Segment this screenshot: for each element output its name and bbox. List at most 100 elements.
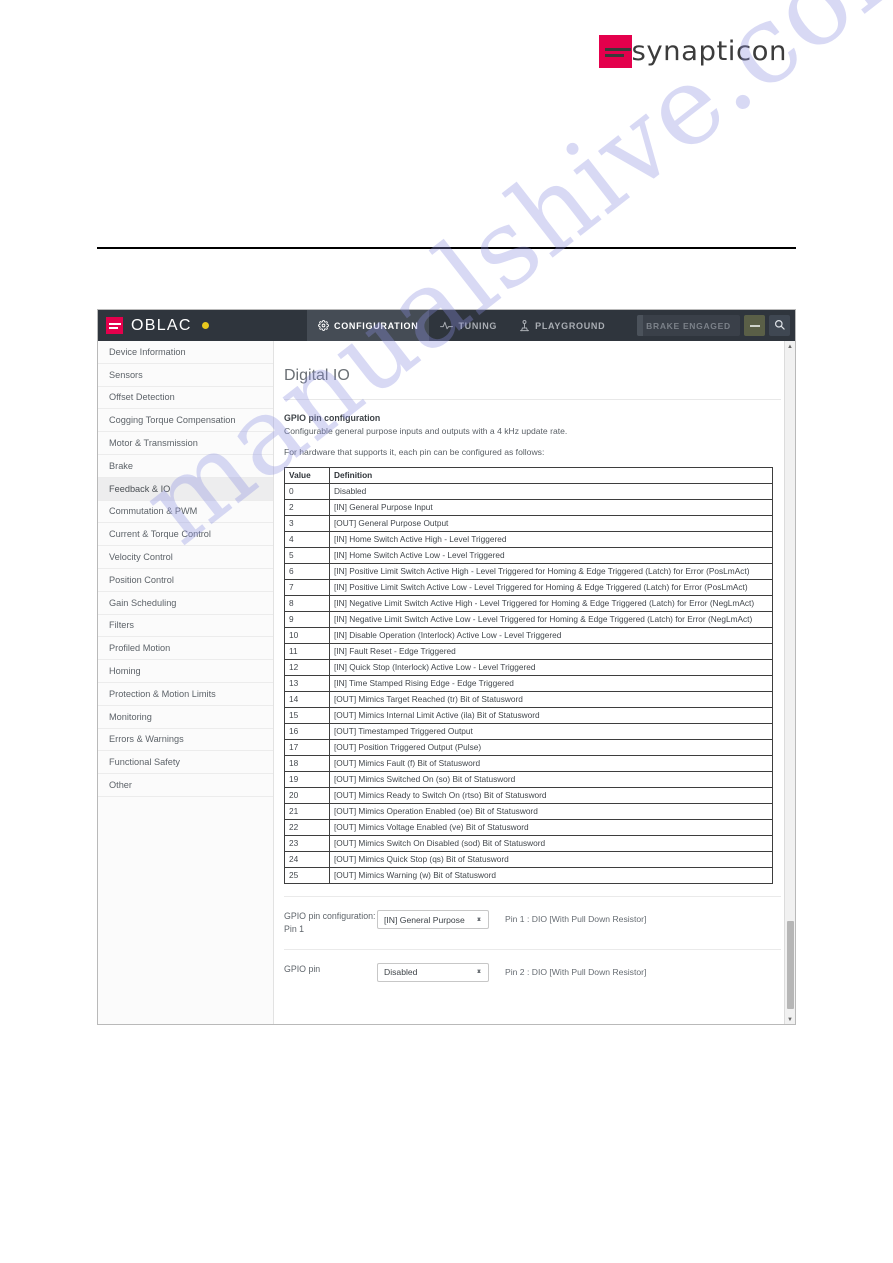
cell-value: 24	[284, 851, 330, 869]
sidebar-item-position-control[interactable]: Position Control	[98, 569, 273, 592]
sidebar-item-filters[interactable]: Filters	[98, 615, 273, 638]
sidebar-item-homing[interactable]: Homing	[98, 660, 273, 683]
table-row: 13 [IN] Time Stamped Rising Edge - Edge T…	[284, 675, 773, 693]
table-row: 22 [OUT] Mimics Voltage Enabled (ve) Bit …	[284, 819, 773, 837]
cell-definition: [OUT] Mimics Target Reached (tr) Bit of …	[329, 691, 773, 709]
pin-config-select-1[interactable]: [IN] General Purpose ▲ ▼	[377, 910, 489, 930]
sidebar-item-gain-scheduling[interactable]: Gain Scheduling	[98, 592, 273, 615]
cell-definition: [IN] Negative Limit Switch Active Low - …	[329, 611, 773, 629]
sidebar-item-brake[interactable]: Brake	[98, 455, 273, 478]
search-button[interactable]	[769, 315, 790, 336]
sidebar-item-label: Feedback & IO	[109, 483, 171, 494]
cell-value: 9	[284, 611, 330, 629]
tab-configuration[interactable]: CONFIGURATION	[307, 310, 430, 341]
menu-button[interactable]	[744, 315, 765, 336]
app-tabs: CONFIGURATION TUNING PLAYGROUND	[307, 310, 616, 341]
cell-definition: [OUT] Mimics Switch On Disabled (sod) Bi…	[329, 835, 773, 853]
table-row: 7 [IN] Positive Limit Switch Active Low -…	[284, 579, 773, 597]
cell-value: 14	[284, 691, 330, 709]
cell-definition: [IN] Positive Limit Switch Active Low - …	[329, 579, 773, 597]
sidebar-item-label: Functional Safety	[109, 757, 180, 768]
sidebar-item-motor-transmission[interactable]: Motor & Transmission	[98, 432, 273, 455]
scrollbar-thumb[interactable]	[787, 921, 794, 1009]
sidebar-item-label: Errors & Warnings	[109, 734, 184, 745]
pin-config-select-1-value: [IN] General Purpose	[384, 914, 465, 925]
tab-playground[interactable]: PLAYGROUND	[508, 310, 616, 341]
cell-definition: [OUT] Mimics Voltage Enabled (ve) Bit of…	[329, 819, 773, 837]
sidebar-item-label: Cogging Torque Compensation	[109, 415, 236, 426]
column-header-definition: Definition	[329, 467, 773, 485]
table-row: 24 [OUT] Mimics Quick Stop (qs) Bit of St…	[284, 851, 773, 869]
cell-value: 3	[284, 515, 330, 533]
tab-playground-label: PLAYGROUND	[535, 320, 606, 331]
sidebar-item-velocity-control[interactable]: Velocity Control	[98, 546, 273, 569]
sidebar-item-sensors[interactable]: Sensors	[98, 364, 273, 387]
table-row: 0 Disabled	[284, 483, 773, 501]
sidebar-item-feedback-io[interactable]: Feedback & IO	[98, 477, 273, 501]
sidebar-item-other[interactable]: Other	[98, 774, 273, 797]
sidebar-item-label: Gain Scheduling	[109, 597, 177, 608]
cell-definition: [IN] Home Switch Active Low - Level Trig…	[329, 547, 773, 565]
cell-definition: [OUT] Mimics Fault (f) Bit of Statusword	[329, 755, 773, 773]
synapticon-wordmark: synapticon	[631, 35, 787, 67]
synapticon-logo: synapticon	[599, 33, 796, 69]
pin-config-label-2: GPIO pin	[284, 963, 321, 974]
table-row: 11 [IN] Fault Reset - Edge Triggered	[284, 643, 773, 661]
sidebar-item-label: Position Control	[109, 574, 174, 585]
cell-definition: [IN] Fault Reset - Edge Triggered	[329, 643, 773, 661]
sidebar-item-label: Homing	[109, 666, 141, 677]
tab-tuning[interactable]: TUNING	[429, 310, 508, 341]
connection-status-dot	[201, 322, 209, 329]
header-divider	[97, 247, 796, 249]
sidebar-item-functional-safety[interactable]: Functional Safety	[98, 751, 273, 775]
sidebar-item-label: Filters	[109, 620, 135, 631]
cell-definition: [IN] Quick Stop (Interlock) Active Low -…	[329, 659, 773, 677]
cell-value: 10	[284, 627, 330, 645]
sidebar-item-label: Profiled Motion	[109, 643, 171, 654]
table-row: 16 [OUT] Timestamped Triggered Output	[284, 723, 773, 741]
table-row: 25 [OUT] Mimics Warning (w) Bit of Status…	[284, 867, 773, 885]
scroll-down-arrow-icon[interactable]: ▼	[785, 1014, 795, 1024]
pin-config-select-2[interactable]: Disabled ▲ ▼	[377, 962, 489, 982]
pin-config-description-1: Pin 1 : DIO [With Pull Down Resistor]	[505, 914, 647, 925]
sidebar-item-label: Brake	[109, 460, 134, 471]
cell-value: 12	[284, 659, 330, 677]
sidebar-item-current-torque-control[interactable]: Current & Torque Control	[98, 523, 273, 547]
sidebar-item-errors-warnings[interactable]: Errors & Warnings	[98, 729, 273, 752]
cell-definition: [IN] General Purpose Input	[329, 499, 773, 517]
cell-definition: [OUT] Mimics Internal Limit Active (ila)…	[329, 707, 773, 725]
table-row: 9 [IN] Negative Limit Switch Active Low -…	[284, 611, 773, 629]
menu-icon	[749, 324, 760, 327]
sidebar-item-label: Sensors	[109, 369, 143, 380]
sidebar-item-profiled-motion[interactable]: Profiled Motion	[98, 637, 273, 661]
page-title: Digital IO	[284, 341, 781, 400]
sidebar-item-offset-detection[interactable]: Offset Detection	[98, 387, 273, 410]
pin-config-description-2: Pin 2 : DIO [With Pull Down Resistor]	[505, 966, 647, 977]
section-paragraph-1: Configurable general purpose inputs and …	[284, 426, 568, 436]
sidebar-item-label: Protection & Motion Limits	[109, 688, 216, 699]
sidebar-item-monitoring[interactable]: Monitoring	[98, 706, 273, 729]
cell-value: 13	[284, 675, 330, 693]
table-row: 19 [OUT] Mimics Switched On (so) Bit of S…	[284, 771, 773, 789]
app-logo-zone: OBLAC	[98, 310, 307, 341]
topbar-actions: BRAKE ENGAGED	[637, 310, 795, 341]
table-row: 23 [OUT] Mimics Switch On Disabled (sod) …	[284, 835, 773, 853]
sidebar-item-commutation-pwm[interactable]: Commutation & PWM	[98, 501, 273, 524]
cell-value: 19	[284, 771, 330, 789]
cell-definition: Disabled	[329, 483, 773, 501]
cell-value: 16	[284, 723, 330, 741]
table-row: 17 [OUT] Position Triggered Output (Pulse…	[284, 739, 773, 757]
sidebar-item-cogging-torque-compensation[interactable]: Cogging Torque Compensation	[98, 409, 273, 433]
section-heading: GPIO pin configuration	[284, 413, 381, 423]
table-row: 10 [IN] Disable Operation (Interlock) Act…	[284, 627, 773, 645]
scroll-up-arrow-icon[interactable]: ▲	[785, 341, 795, 352]
sidebar-item-device-information[interactable]: Device Information	[98, 341, 273, 364]
cell-value: 15	[284, 707, 330, 725]
cell-value: 22	[284, 819, 330, 837]
gear-icon	[318, 320, 329, 331]
sidebar-item-protection-motion-limits[interactable]: Protection & Motion Limits	[98, 683, 273, 706]
main-vertical-scrollbar[interactable]: ▲ ▼	[784, 341, 795, 1024]
table-header-row: Value Definition	[284, 467, 773, 485]
cell-value: 7	[284, 579, 330, 597]
sidebar-item-label: Monitoring	[109, 711, 152, 722]
